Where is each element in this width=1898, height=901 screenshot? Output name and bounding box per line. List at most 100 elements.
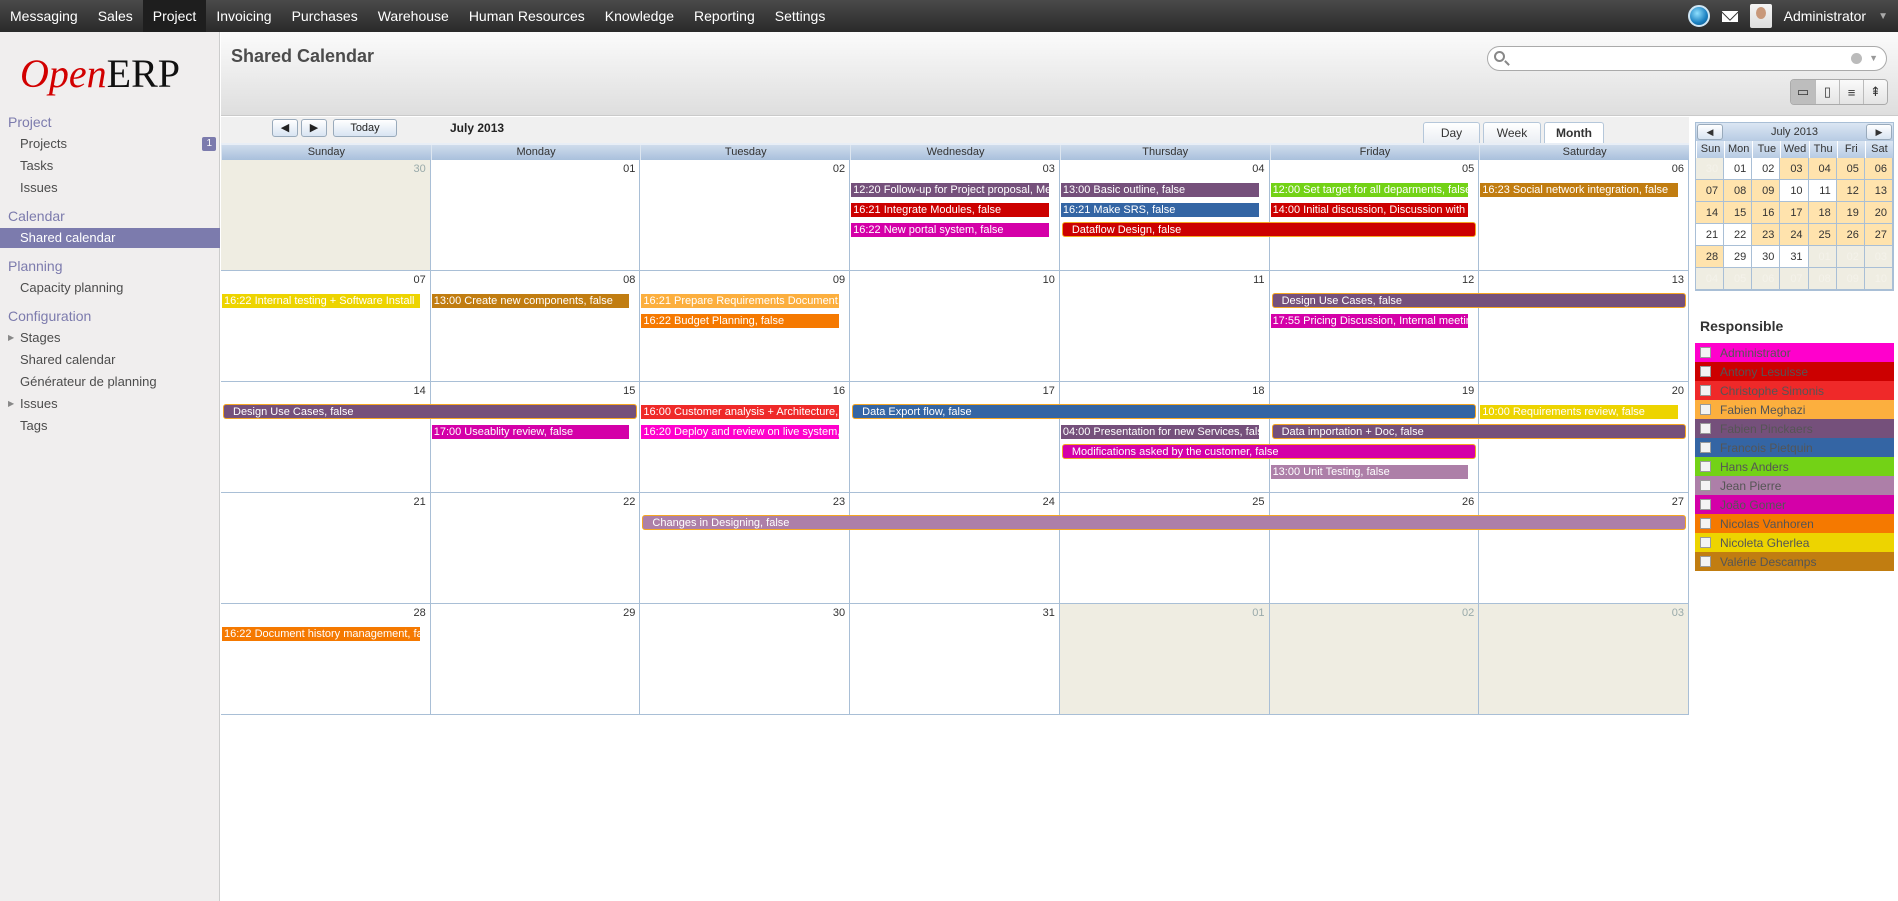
mini-day[interactable]: 15 — [1724, 202, 1753, 224]
globe-icon[interactable] — [1687, 5, 1710, 27]
day-cell[interactable]: 25 — [1059, 493, 1270, 604]
responsible-item[interactable]: Nicoleta Gherlea — [1695, 533, 1894, 552]
mini-day[interactable]: 09 — [1836, 268, 1865, 290]
menu-item-warehouse[interactable]: Warehouse — [368, 0, 459, 32]
day-cell[interactable]: 13 — [1479, 271, 1689, 382]
day-cell[interactable]: 31 — [850, 604, 1060, 715]
day-cell[interactable]: 01 — [430, 160, 641, 271]
tab-month[interactable]: Month — [1544, 122, 1604, 143]
mini-day[interactable]: 20 — [1864, 202, 1893, 224]
mini-next-button[interactable]: ▶ — [1866, 124, 1892, 140]
form-view-button[interactable]: ▯ — [1815, 80, 1839, 104]
calendar-view-button[interactable]: ▭ — [1791, 80, 1815, 104]
sidebar-item-tags[interactable]: Tags — [0, 416, 220, 436]
menu-item-project[interactable]: Project — [142, 0, 207, 32]
mini-day[interactable]: 31 — [1780, 246, 1809, 268]
calendar-event[interactable]: 16:21 Integrate Modules, false — [851, 203, 1049, 217]
all-day-event[interactable]: Changes in Designing, false — [642, 515, 1686, 530]
day-cell[interactable]: 23 — [640, 493, 851, 604]
mini-day[interactable]: 04 — [1808, 158, 1837, 180]
responsible-checkbox[interactable] — [1700, 480, 1711, 491]
search-options-chevron-icon[interactable]: ▼ — [1869, 53, 1878, 63]
menu-item-sales[interactable]: Sales — [88, 0, 143, 32]
user-menu[interactable]: Administrator — [1784, 8, 1866, 24]
mini-day[interactable]: 28 — [1696, 246, 1725, 268]
mini-day[interactable]: 19 — [1836, 202, 1865, 224]
calendar-event[interactable]: 16:23 Social network integration, false — [1480, 183, 1678, 197]
avatar[interactable] — [1749, 4, 1772, 28]
tab-day[interactable]: Day — [1423, 122, 1480, 143]
prev-month-button[interactable]: ◀ — [272, 119, 298, 137]
responsible-item[interactable]: Fabien Meghazi — [1695, 400, 1894, 419]
mini-day[interactable]: 16 — [1752, 202, 1781, 224]
day-cell[interactable]: 10 — [850, 271, 1060, 382]
mini-day[interactable]: 26 — [1836, 224, 1865, 246]
menu-item-human-resources[interactable]: Human Resources — [459, 0, 595, 32]
mini-day[interactable]: 10 — [1780, 180, 1809, 202]
mini-day[interactable]: 05 — [1836, 158, 1865, 180]
calendar-event[interactable]: 16:00 Customer analysis + Architecture, — [641, 405, 840, 419]
day-cell[interactable]: 24 — [850, 493, 1060, 604]
calendar-event[interactable]: 16:21 Make SRS, false — [1060, 203, 1259, 217]
day-cell[interactable]: 27 — [1479, 493, 1689, 604]
mini-day[interactable]: 24 — [1780, 224, 1809, 246]
menu-item-invoicing[interactable]: Invoicing — [206, 0, 281, 32]
calendar-event[interactable]: 13:00 Create new components, false — [431, 294, 630, 308]
mini-day[interactable]: 03 — [1864, 246, 1893, 268]
mini-day[interactable]: 27 — [1864, 224, 1893, 246]
mini-day[interactable]: 14 — [1696, 202, 1725, 224]
today-button[interactable]: Today — [333, 119, 397, 137]
mini-day[interactable]: 06 — [1864, 158, 1893, 180]
mini-day[interactable]: 08 — [1724, 180, 1753, 202]
responsible-item[interactable]: João Gomer — [1695, 495, 1894, 514]
responsible-checkbox[interactable] — [1700, 366, 1711, 377]
sidebar-item-projects[interactable]: Projects 1 — [0, 134, 220, 154]
all-day-event[interactable]: Design Use Cases, false — [1271, 293, 1686, 308]
mini-day[interactable]: 17 — [1780, 202, 1809, 224]
search-box[interactable]: ▼ — [1487, 46, 1887, 71]
calendar-event[interactable]: 04:00 Presentation for new Services, fal… — [1060, 425, 1259, 439]
mini-day[interactable]: 05 — [1724, 268, 1753, 290]
day-cell[interactable]: 30 — [221, 160, 431, 271]
day-cell[interactable]: 30 — [640, 604, 851, 715]
calendar-event[interactable]: 14:00 Initial discussion, Discussion wit… — [1270, 203, 1469, 217]
sidebar-item-capacity-planning[interactable]: Capacity planning — [0, 278, 220, 298]
calendar-event[interactable]: 16:22 New portal system, false — [851, 223, 1049, 237]
menu-item-settings[interactable]: Settings — [765, 0, 836, 32]
calendar-event[interactable]: 12:20 Follow-up for Project proposal, Me — [851, 183, 1049, 197]
mini-day[interactable]: 13 — [1864, 180, 1893, 202]
clear-search-icon[interactable] — [1851, 53, 1862, 64]
day-cell[interactable]: 29 — [430, 604, 641, 715]
mini-day[interactable]: 18 — [1808, 202, 1837, 224]
calendar-event[interactable]: 16:22 Budget Planning, false — [641, 314, 840, 328]
mini-day[interactable]: 02 — [1836, 246, 1865, 268]
expand-triangle-icon[interactable]: ▶ — [8, 328, 14, 348]
search-input[interactable] — [1512, 49, 1842, 68]
day-cell[interactable]: 17 — [850, 382, 1060, 493]
menu-item-purchases[interactable]: Purchases — [282, 0, 368, 32]
day-cell[interactable]: 07 — [221, 271, 431, 382]
sidebar-item-shared-calendar[interactable]: Shared calendar — [0, 350, 220, 370]
responsible-item[interactable]: Administrator — [1695, 343, 1894, 362]
responsible-checkbox[interactable] — [1700, 537, 1711, 548]
tab-week[interactable]: Week — [1483, 122, 1541, 143]
openerp-logo[interactable]: OpenERP — [20, 50, 180, 97]
mini-prev-button[interactable]: ◀ — [1697, 124, 1723, 140]
calendar-event[interactable]: 13:00 Basic outline, false — [1060, 183, 1259, 197]
responsible-checkbox[interactable] — [1700, 518, 1711, 529]
responsible-item[interactable]: Valérie Descamps — [1695, 552, 1894, 571]
responsible-checkbox[interactable] — [1700, 347, 1711, 358]
mini-day[interactable]: 23 — [1752, 224, 1781, 246]
all-day-event[interactable]: Design Use Cases, false — [223, 404, 638, 419]
all-day-event[interactable]: Dataflow Design, false — [1061, 222, 1477, 237]
day-cell[interactable]: 14 — [221, 382, 431, 493]
sidebar-item-stages[interactable]: ▶ Stages — [0, 328, 220, 348]
chevron-down-icon[interactable]: ▼ — [1878, 11, 1888, 22]
responsible-checkbox[interactable] — [1700, 442, 1711, 453]
menu-item-messaging[interactable]: Messaging — [0, 0, 88, 32]
mini-day[interactable]: 02 — [1752, 158, 1781, 180]
sidebar-item-issues[interactable]: Issues — [0, 178, 220, 198]
mini-day[interactable]: 11 — [1808, 180, 1837, 202]
mini-day[interactable]: 25 — [1808, 224, 1837, 246]
responsible-checkbox[interactable] — [1700, 556, 1711, 567]
